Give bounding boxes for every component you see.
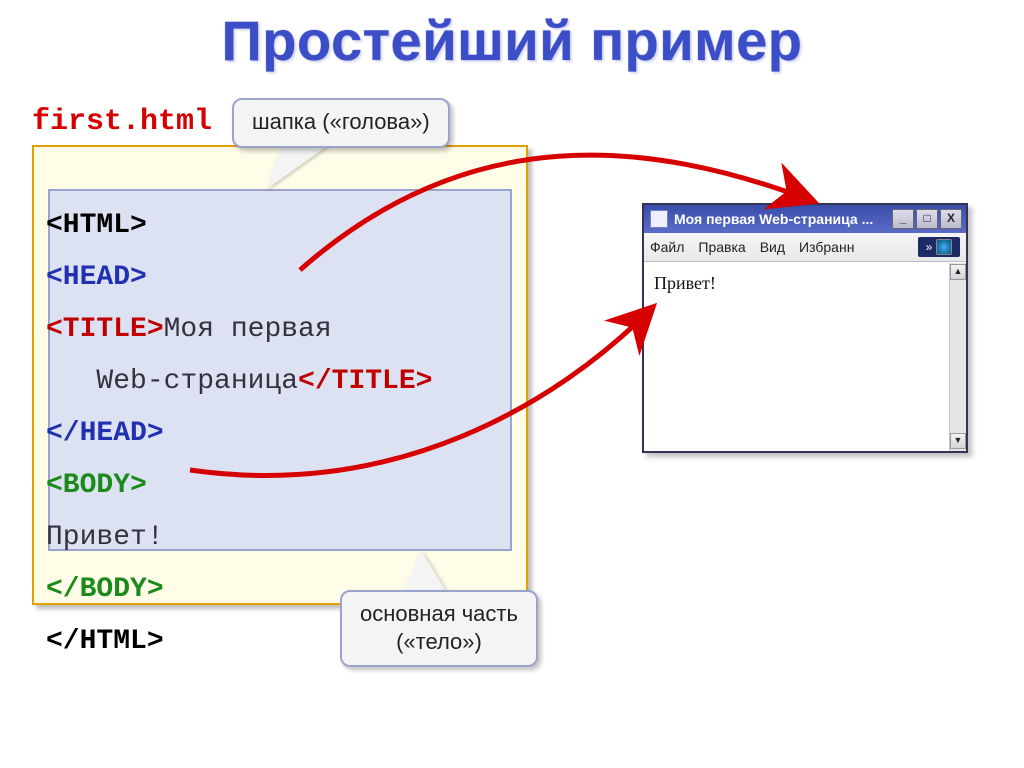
menu-view[interactable]: Вид: [760, 239, 785, 255]
page-body-text: Привет!: [654, 273, 716, 293]
browser-titlebar: Моя первая Web-страница ... _ □ X: [644, 205, 966, 233]
callout-head: шапка («голова»): [232, 98, 450, 148]
window-buttons: _ □ X: [892, 209, 962, 229]
tag-body-close: </BODY>: [46, 574, 164, 605]
title-text-2: Web-страница: [46, 366, 298, 397]
body-text: Привет!: [46, 522, 164, 553]
menu-file[interactable]: Файл: [650, 239, 684, 255]
browser-menubar: Файл Правка Вид Избранн »: [644, 233, 966, 262]
menu-overflow[interactable]: »: [918, 237, 960, 257]
scroll-up-icon[interactable]: ▲: [950, 264, 966, 280]
browser-viewport: Привет!: [644, 263, 950, 451]
browser-window: Моя первая Web-страница ... _ □ X Файл П…: [642, 203, 968, 453]
tag-title-close: </TITLE>: [298, 366, 432, 397]
callout-head-text: шапка («голова»): [252, 109, 430, 134]
callout-body-line1: основная часть: [360, 601, 518, 626]
page-title: Простейший пример: [0, 8, 1024, 73]
minimize-button[interactable]: _: [892, 209, 914, 229]
callout-body: основная часть («тело»): [340, 590, 538, 667]
chevron-right-icon: »: [926, 240, 933, 254]
title-text-1: Моя первая: [164, 314, 332, 345]
tag-head-close: </HEAD>: [46, 418, 164, 449]
callout-body-line2: («тело»): [396, 629, 482, 654]
ie-logo-icon: [936, 239, 952, 255]
close-button[interactable]: X: [940, 209, 962, 229]
tag-html-open: <HTML>: [46, 210, 147, 241]
scroll-down-icon[interactable]: ▼: [950, 433, 966, 449]
browser-title: Моя первая Web-страница ...: [674, 211, 886, 227]
tag-html-close: </HTML>: [46, 626, 164, 657]
filename-label: first.html: [32, 105, 212, 139]
tag-body-open: <BODY>: [46, 470, 147, 501]
maximize-button[interactable]: □: [916, 209, 938, 229]
tag-head-open: <HEAD>: [46, 262, 147, 293]
tag-title-open: <TITLE>: [46, 314, 164, 345]
scrollbar-vertical[interactable]: ▲ ▼: [949, 263, 966, 451]
menu-favorites[interactable]: Избранн: [799, 239, 854, 255]
browser-app-icon: [650, 210, 668, 228]
menu-edit[interactable]: Правка: [698, 239, 745, 255]
